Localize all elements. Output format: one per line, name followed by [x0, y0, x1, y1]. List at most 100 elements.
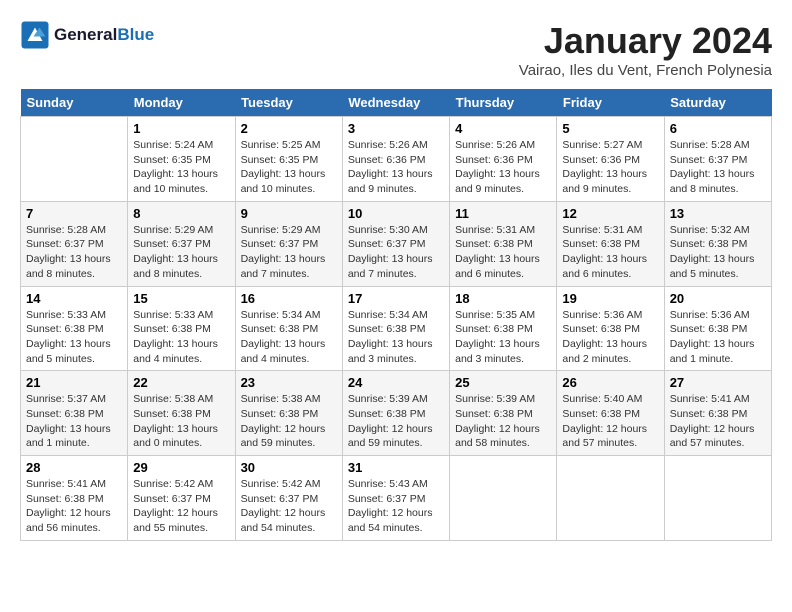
day-cell: 1 Sunrise: 5:24 AMSunset: 6:35 PMDaylight…: [128, 117, 235, 202]
day-number: 4: [455, 121, 551, 136]
day-number: 6: [670, 121, 766, 136]
day-cell: [450, 456, 557, 541]
day-detail: Sunrise: 5:34 AMSunset: 6:38 PMDaylight:…: [241, 308, 337, 367]
day-number: 22: [133, 375, 229, 390]
day-detail: Sunrise: 5:25 AMSunset: 6:35 PMDaylight:…: [241, 138, 337, 197]
day-detail: Sunrise: 5:24 AMSunset: 6:35 PMDaylight:…: [133, 138, 229, 197]
day-header-wednesday: Wednesday: [342, 89, 449, 117]
day-detail: Sunrise: 5:26 AMSunset: 6:36 PMDaylight:…: [348, 138, 444, 197]
day-detail: Sunrise: 5:38 AMSunset: 6:38 PMDaylight:…: [241, 392, 337, 451]
day-cell: 9 Sunrise: 5:29 AMSunset: 6:37 PMDaylight…: [235, 201, 342, 286]
day-detail: Sunrise: 5:34 AMSunset: 6:38 PMDaylight:…: [348, 308, 444, 367]
week-row-1: 1 Sunrise: 5:24 AMSunset: 6:35 PMDaylight…: [21, 117, 772, 202]
day-number: 24: [348, 375, 444, 390]
week-row-2: 7 Sunrise: 5:28 AMSunset: 6:37 PMDaylight…: [21, 201, 772, 286]
day-number: 21: [26, 375, 122, 390]
logo-text: GeneralBlue: [54, 25, 154, 45]
day-cell: 6 Sunrise: 5:28 AMSunset: 6:37 PMDaylight…: [664, 117, 771, 202]
day-number: 16: [241, 291, 337, 306]
day-number: 2: [241, 121, 337, 136]
day-detail: Sunrise: 5:29 AMSunset: 6:37 PMDaylight:…: [241, 223, 337, 282]
header-row: SundayMondayTuesdayWednesdayThursdayFrid…: [21, 89, 772, 117]
day-cell: 30Sunrise: 5:42 AMSunset: 6:37 PMDayligh…: [235, 456, 342, 541]
week-row-4: 21 Sunrise: 5:37 AMSunset: 6:38 PMDayligh…: [21, 371, 772, 456]
week-row-5: 28 Sunrise: 5:41 AMSunset: 6:38 PMDayligh…: [21, 456, 772, 541]
day-number: 28: [26, 460, 122, 475]
day-cell: 28 Sunrise: 5:41 AMSunset: 6:38 PMDayligh…: [21, 456, 128, 541]
day-detail: Sunrise: 5:31 AMSunset: 6:38 PMDaylight:…: [455, 223, 551, 282]
day-header-friday: Friday: [557, 89, 664, 117]
day-detail: Sunrise: 5:28 AMSunset: 6:37 PMDaylight:…: [670, 138, 766, 197]
day-detail: Sunrise: 5:36 AMSunset: 6:38 PMDaylight:…: [562, 308, 658, 367]
day-header-sunday: Sunday: [21, 89, 128, 117]
day-cell: 8 Sunrise: 5:29 AMSunset: 6:37 PMDaylight…: [128, 201, 235, 286]
day-cell: 14 Sunrise: 5:33 AMSunset: 6:38 PMDayligh…: [21, 286, 128, 371]
day-number: 5: [562, 121, 658, 136]
day-cell: 21 Sunrise: 5:37 AMSunset: 6:38 PMDayligh…: [21, 371, 128, 456]
day-number: 9: [241, 206, 337, 221]
day-detail: Sunrise: 5:31 AMSunset: 6:38 PMDaylight:…: [562, 223, 658, 282]
day-detail: Sunrise: 5:41 AMSunset: 6:38 PMDaylight:…: [670, 392, 766, 451]
day-number: 12: [562, 206, 658, 221]
day-cell: 22 Sunrise: 5:38 AMSunset: 6:38 PMDayligh…: [128, 371, 235, 456]
day-detail: Sunrise: 5:42 AMSunset: 6:37 PMDaylight:…: [133, 477, 229, 536]
day-number: 30: [241, 460, 337, 475]
day-cell: 16 Sunrise: 5:34 AMSunset: 6:38 PMDayligh…: [235, 286, 342, 371]
day-cell: 11 Sunrise: 5:31 AMSunset: 6:38 PMDayligh…: [450, 201, 557, 286]
day-detail: Sunrise: 5:27 AMSunset: 6:36 PMDaylight:…: [562, 138, 658, 197]
day-detail: Sunrise: 5:33 AMSunset: 6:38 PMDaylight:…: [26, 308, 122, 367]
day-number: 1: [133, 121, 229, 136]
day-detail: Sunrise: 5:35 AMSunset: 6:38 PMDaylight:…: [455, 308, 551, 367]
day-number: 31: [348, 460, 444, 475]
day-cell: 24Sunrise: 5:39 AMSunset: 6:38 PMDayligh…: [342, 371, 449, 456]
title-block: January 2024 Vairao, Iles du Vent, Frenc…: [519, 20, 772, 79]
day-header-tuesday: Tuesday: [235, 89, 342, 117]
day-detail: Sunrise: 5:29 AMSunset: 6:37 PMDaylight:…: [133, 223, 229, 282]
day-cell: 13 Sunrise: 5:32 AMSunset: 6:38 PMDayligh…: [664, 201, 771, 286]
day-detail: Sunrise: 5:26 AMSunset: 6:36 PMDaylight:…: [455, 138, 551, 197]
day-cell: 10Sunrise: 5:30 AMSunset: 6:37 PMDayligh…: [342, 201, 449, 286]
day-detail: Sunrise: 5:38 AMSunset: 6:38 PMDaylight:…: [133, 392, 229, 451]
day-cell: 17 Sunrise: 5:34 AMSunset: 6:38 PMDayligh…: [342, 286, 449, 371]
logo-icon: [20, 20, 50, 50]
day-detail: Sunrise: 5:36 AMSunset: 6:38 PMDaylight:…: [670, 308, 766, 367]
day-number: 29: [133, 460, 229, 475]
day-number: 3: [348, 121, 444, 136]
day-cell: 12 Sunrise: 5:31 AMSunset: 6:38 PMDayligh…: [557, 201, 664, 286]
day-cell: 19Sunrise: 5:36 AMSunset: 6:38 PMDayligh…: [557, 286, 664, 371]
day-detail: Sunrise: 5:43 AMSunset: 6:37 PMDaylight:…: [348, 477, 444, 536]
day-detail: Sunrise: 5:37 AMSunset: 6:38 PMDaylight:…: [26, 392, 122, 451]
day-number: 26: [562, 375, 658, 390]
logo: GeneralBlue: [20, 20, 154, 50]
day-number: 11: [455, 206, 551, 221]
day-cell: [557, 456, 664, 541]
day-number: 23: [241, 375, 337, 390]
day-cell: 7 Sunrise: 5:28 AMSunset: 6:37 PMDaylight…: [21, 201, 128, 286]
day-number: 13: [670, 206, 766, 221]
day-number: 14: [26, 291, 122, 306]
day-cell: 18Sunrise: 5:35 AMSunset: 6:38 PMDayligh…: [450, 286, 557, 371]
day-cell: 3 Sunrise: 5:26 AMSunset: 6:36 PMDaylight…: [342, 117, 449, 202]
day-number: 7: [26, 206, 122, 221]
week-row-3: 14 Sunrise: 5:33 AMSunset: 6:38 PMDayligh…: [21, 286, 772, 371]
day-cell: 25 Sunrise: 5:39 AMSunset: 6:38 PMDayligh…: [450, 371, 557, 456]
day-header-monday: Monday: [128, 89, 235, 117]
day-detail: Sunrise: 5:39 AMSunset: 6:38 PMDaylight:…: [455, 392, 551, 451]
day-detail: Sunrise: 5:28 AMSunset: 6:37 PMDaylight:…: [26, 223, 122, 282]
day-cell: 4 Sunrise: 5:26 AMSunset: 6:36 PMDaylight…: [450, 117, 557, 202]
day-number: 25: [455, 375, 551, 390]
day-cell: 31 Sunrise: 5:43 AMSunset: 6:37 PMDayligh…: [342, 456, 449, 541]
day-cell: 27Sunrise: 5:41 AMSunset: 6:38 PMDayligh…: [664, 371, 771, 456]
day-cell: 29 Sunrise: 5:42 AMSunset: 6:37 PMDayligh…: [128, 456, 235, 541]
day-detail: Sunrise: 5:32 AMSunset: 6:38 PMDaylight:…: [670, 223, 766, 282]
calendar-table: SundayMondayTuesdayWednesdayThursdayFrid…: [20, 89, 772, 541]
month-title: January 2024: [519, 20, 772, 62]
day-detail: Sunrise: 5:33 AMSunset: 6:38 PMDaylight:…: [133, 308, 229, 367]
day-cell: 23 Sunrise: 5:38 AMSunset: 6:38 PMDayligh…: [235, 371, 342, 456]
day-number: 8: [133, 206, 229, 221]
page-header: GeneralBlue January 2024 Vairao, Iles du…: [20, 20, 772, 79]
day-cell: 2 Sunrise: 5:25 AMSunset: 6:35 PMDaylight…: [235, 117, 342, 202]
day-detail: Sunrise: 5:41 AMSunset: 6:38 PMDaylight:…: [26, 477, 122, 536]
day-header-saturday: Saturday: [664, 89, 771, 117]
day-number: 17: [348, 291, 444, 306]
